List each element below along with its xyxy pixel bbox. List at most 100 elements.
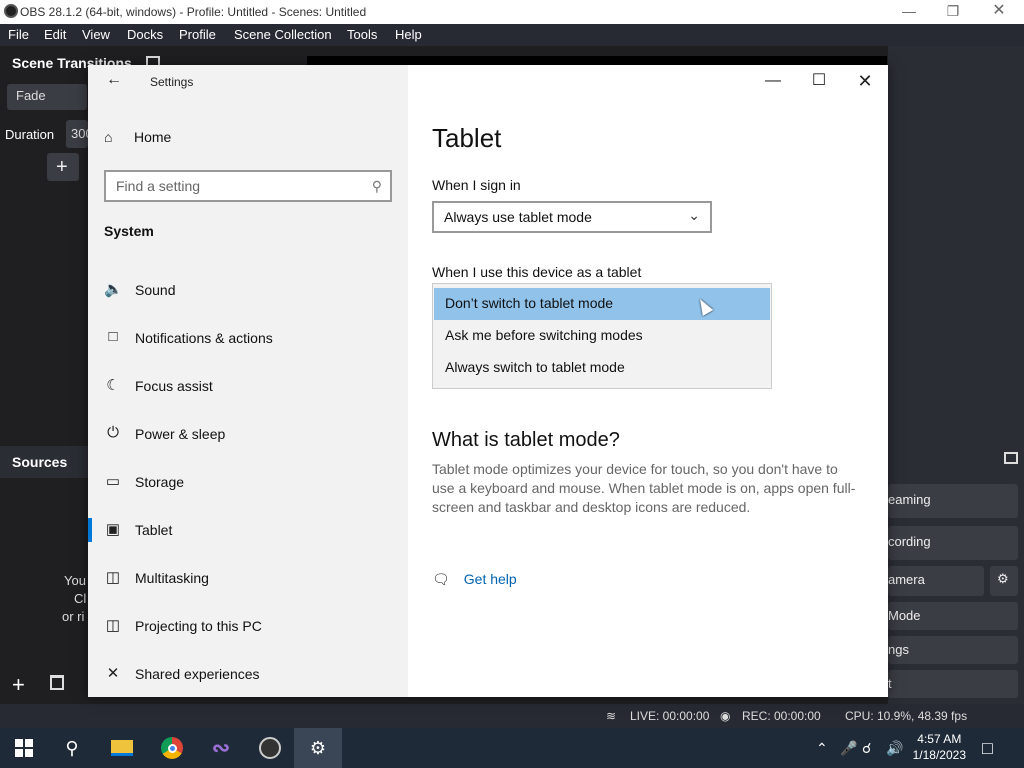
chrome-icon[interactable] [148,728,196,768]
tablet-icon: ▣ [105,521,121,538]
sources-empty-l2: Cl [74,591,87,606]
storage-icon: ▭ [105,473,121,490]
settings-button[interactable]: ngs [888,636,1018,664]
option-dont-switch[interactable]: Don’t switch to tablet mode [434,288,770,320]
rec-icon: ◉ [720,709,731,723]
shared-icon: ✕ [106,665,120,682]
nav-label: Projecting to this PC [135,618,262,634]
microphone-icon[interactable]: 🎤 [840,728,857,768]
option-ask-before[interactable]: Ask me before switching modes [434,320,770,352]
remove-source-icon[interactable] [50,675,64,690]
network-icon[interactable]: ☌ [862,728,871,768]
obs-status-bar: ≋ LIVE: 00:00:00 ◉ REC: 00:00:00 CPU: 10… [0,704,1024,728]
start-button-windows-icon[interactable] [0,728,48,768]
settings-window: ← Settings ⌂ Home Find a setting ⚲ System… [88,65,888,697]
settings-maximize-button[interactable]: ☐ [796,67,842,97]
nav-label: Storage [135,474,185,490]
obs-controls-dock: eaming cording amera ⚙ Mode ngs t [888,46,1024,704]
menu-tools[interactable]: Tools [347,27,377,42]
search-magnifier-icon: ⚲ [371,178,382,194]
file-explorer-icon[interactable] [98,728,146,768]
sign-in-value: Always use tablet mode [444,209,592,225]
add-source-icon[interactable]: + [12,672,25,698]
nav-label: Notifications & actions [135,330,273,346]
nav-item-shared-experiences[interactable]: ✕ Shared experiences [88,650,408,698]
power-icon: ⏻ [107,424,119,441]
nav-item-sound[interactable]: 🔈 Sound [88,266,408,314]
sign-in-select[interactable]: Always use tablet mode ⌄ [432,201,712,233]
obs-close-button[interactable]: ✕ [976,0,1022,24]
notification-center-icon[interactable]: □ [982,728,993,768]
nav-item-multitasking[interactable]: ◫ Multitasking [88,554,408,602]
virtual-camera-gear-icon[interactable]: ⚙ [990,566,1018,596]
studio-mode-button[interactable]: Mode [888,602,1018,630]
get-help-link[interactable]: 🗨 Get help [432,571,517,588]
add-transition-icon[interactable]: + [47,153,79,181]
nav-item-tablet[interactable]: ▣ Tablet [88,506,408,554]
obs-logo-icon [4,4,18,18]
obs-taskbar-icon[interactable] [246,728,294,768]
get-help-label: Get help [463,571,517,587]
volume-icon[interactable]: 🔊 [886,728,903,768]
settings-taskbar-gear-icon[interactable]: ⚙ [294,728,342,768]
option-always-switch[interactable]: Always switch to tablet mode [434,352,770,384]
nav-label: Focus assist [135,378,213,394]
clock-date: 1/18/2023 [912,748,966,762]
find-setting-search-input[interactable]: Find a setting ⚲ [104,170,392,202]
menu-view[interactable]: View [82,27,110,42]
cpu-status: CPU: 10.9%, 48.39 fps [845,709,968,723]
tablet-mode-description: Tablet mode optimizes your device for to… [432,461,856,515]
rec-status: REC: 00:00:00 [742,709,821,723]
nav-item-notifications[interactable]: □ Notifications & actions [88,314,408,362]
what-is-tablet-mode-title: What is tablet mode? [432,429,620,451]
help-chat-icon: 🗨 [432,571,450,587]
duration-label: Duration [5,127,55,142]
chevron-down-icon: ⌄ [688,207,700,223]
live-icon: ≋ [606,709,617,723]
start-streaming-button[interactable]: eaming [888,484,1018,518]
projecting-icon: ◫ [105,617,121,634]
search-icon[interactable]: ⚲ [48,728,96,768]
notification-icon: □ [108,328,118,345]
speaker-icon: 🔈 [104,281,123,298]
transition-select[interactable]: Fade [7,84,87,110]
menu-help[interactable]: Help [395,27,422,42]
clock-time: 4:57 AM [917,732,962,746]
exit-button[interactable]: t [888,670,1018,698]
settings-sidebar: ← Settings ⌂ Home Find a setting ⚲ System… [88,65,408,697]
home-nav[interactable]: ⌂ Home [104,129,171,149]
home-label: Home [134,129,172,145]
multitasking-icon: ◫ [105,569,121,586]
taskbar: ⚲ ∾ ⚙ ⌃ 🎤 ☌ 🔊 4:57 AM 1/18/2023 □ [0,728,1024,768]
menu-edit[interactable]: Edit [44,27,66,42]
duration-input[interactable]: 300 [66,120,88,148]
sources-empty-l3: or ri [62,609,85,624]
visual-studio-icon[interactable]: ∾ [197,728,245,768]
moon-icon: ☾ [106,377,120,394]
obs-minimize-button[interactable]: — [886,0,932,24]
virtual-camera-button[interactable]: amera [888,566,984,596]
tray-chevron-up-icon[interactable]: ⌃ [816,728,828,768]
nav-item-focus-assist[interactable]: ☾ Focus assist [88,362,408,410]
menu-scene-collection[interactable]: Scene Collection [234,27,332,42]
menu-file[interactable]: File [8,27,29,42]
dock-undock-icon[interactable] [1004,452,1018,464]
obs-window-title: OBS 28.1.2 (64-bit, windows) - Profile: … [20,5,367,19]
start-recording-button[interactable]: cording [888,526,1018,560]
settings-close-button[interactable]: ✕ [842,67,888,97]
settings-window-title: Settings [150,75,194,89]
sources-empty-l1: You [64,573,86,588]
live-status: LIVE: 00:00:00 [630,709,710,723]
nav-item-storage[interactable]: ▭ Storage [88,458,408,506]
home-icon: ⌂ [104,129,113,145]
obs-maximize-button[interactable]: ❐ [930,0,976,24]
back-arrow-icon[interactable]: ← [106,71,122,89]
settings-minimize-button[interactable]: — [750,67,796,97]
nav-label: Power & sleep [135,426,226,442]
clock[interactable]: 4:57 AM 1/18/2023 [913,731,966,763]
menu-profile[interactable]: Profile [179,27,216,42]
menu-docks[interactable]: Docks [127,27,163,42]
system-section-title: System [104,223,154,239]
nav-item-power-sleep[interactable]: ⏻ Power & sleep [88,410,408,458]
nav-item-projecting[interactable]: ◫ Projecting to this PC [88,602,408,650]
